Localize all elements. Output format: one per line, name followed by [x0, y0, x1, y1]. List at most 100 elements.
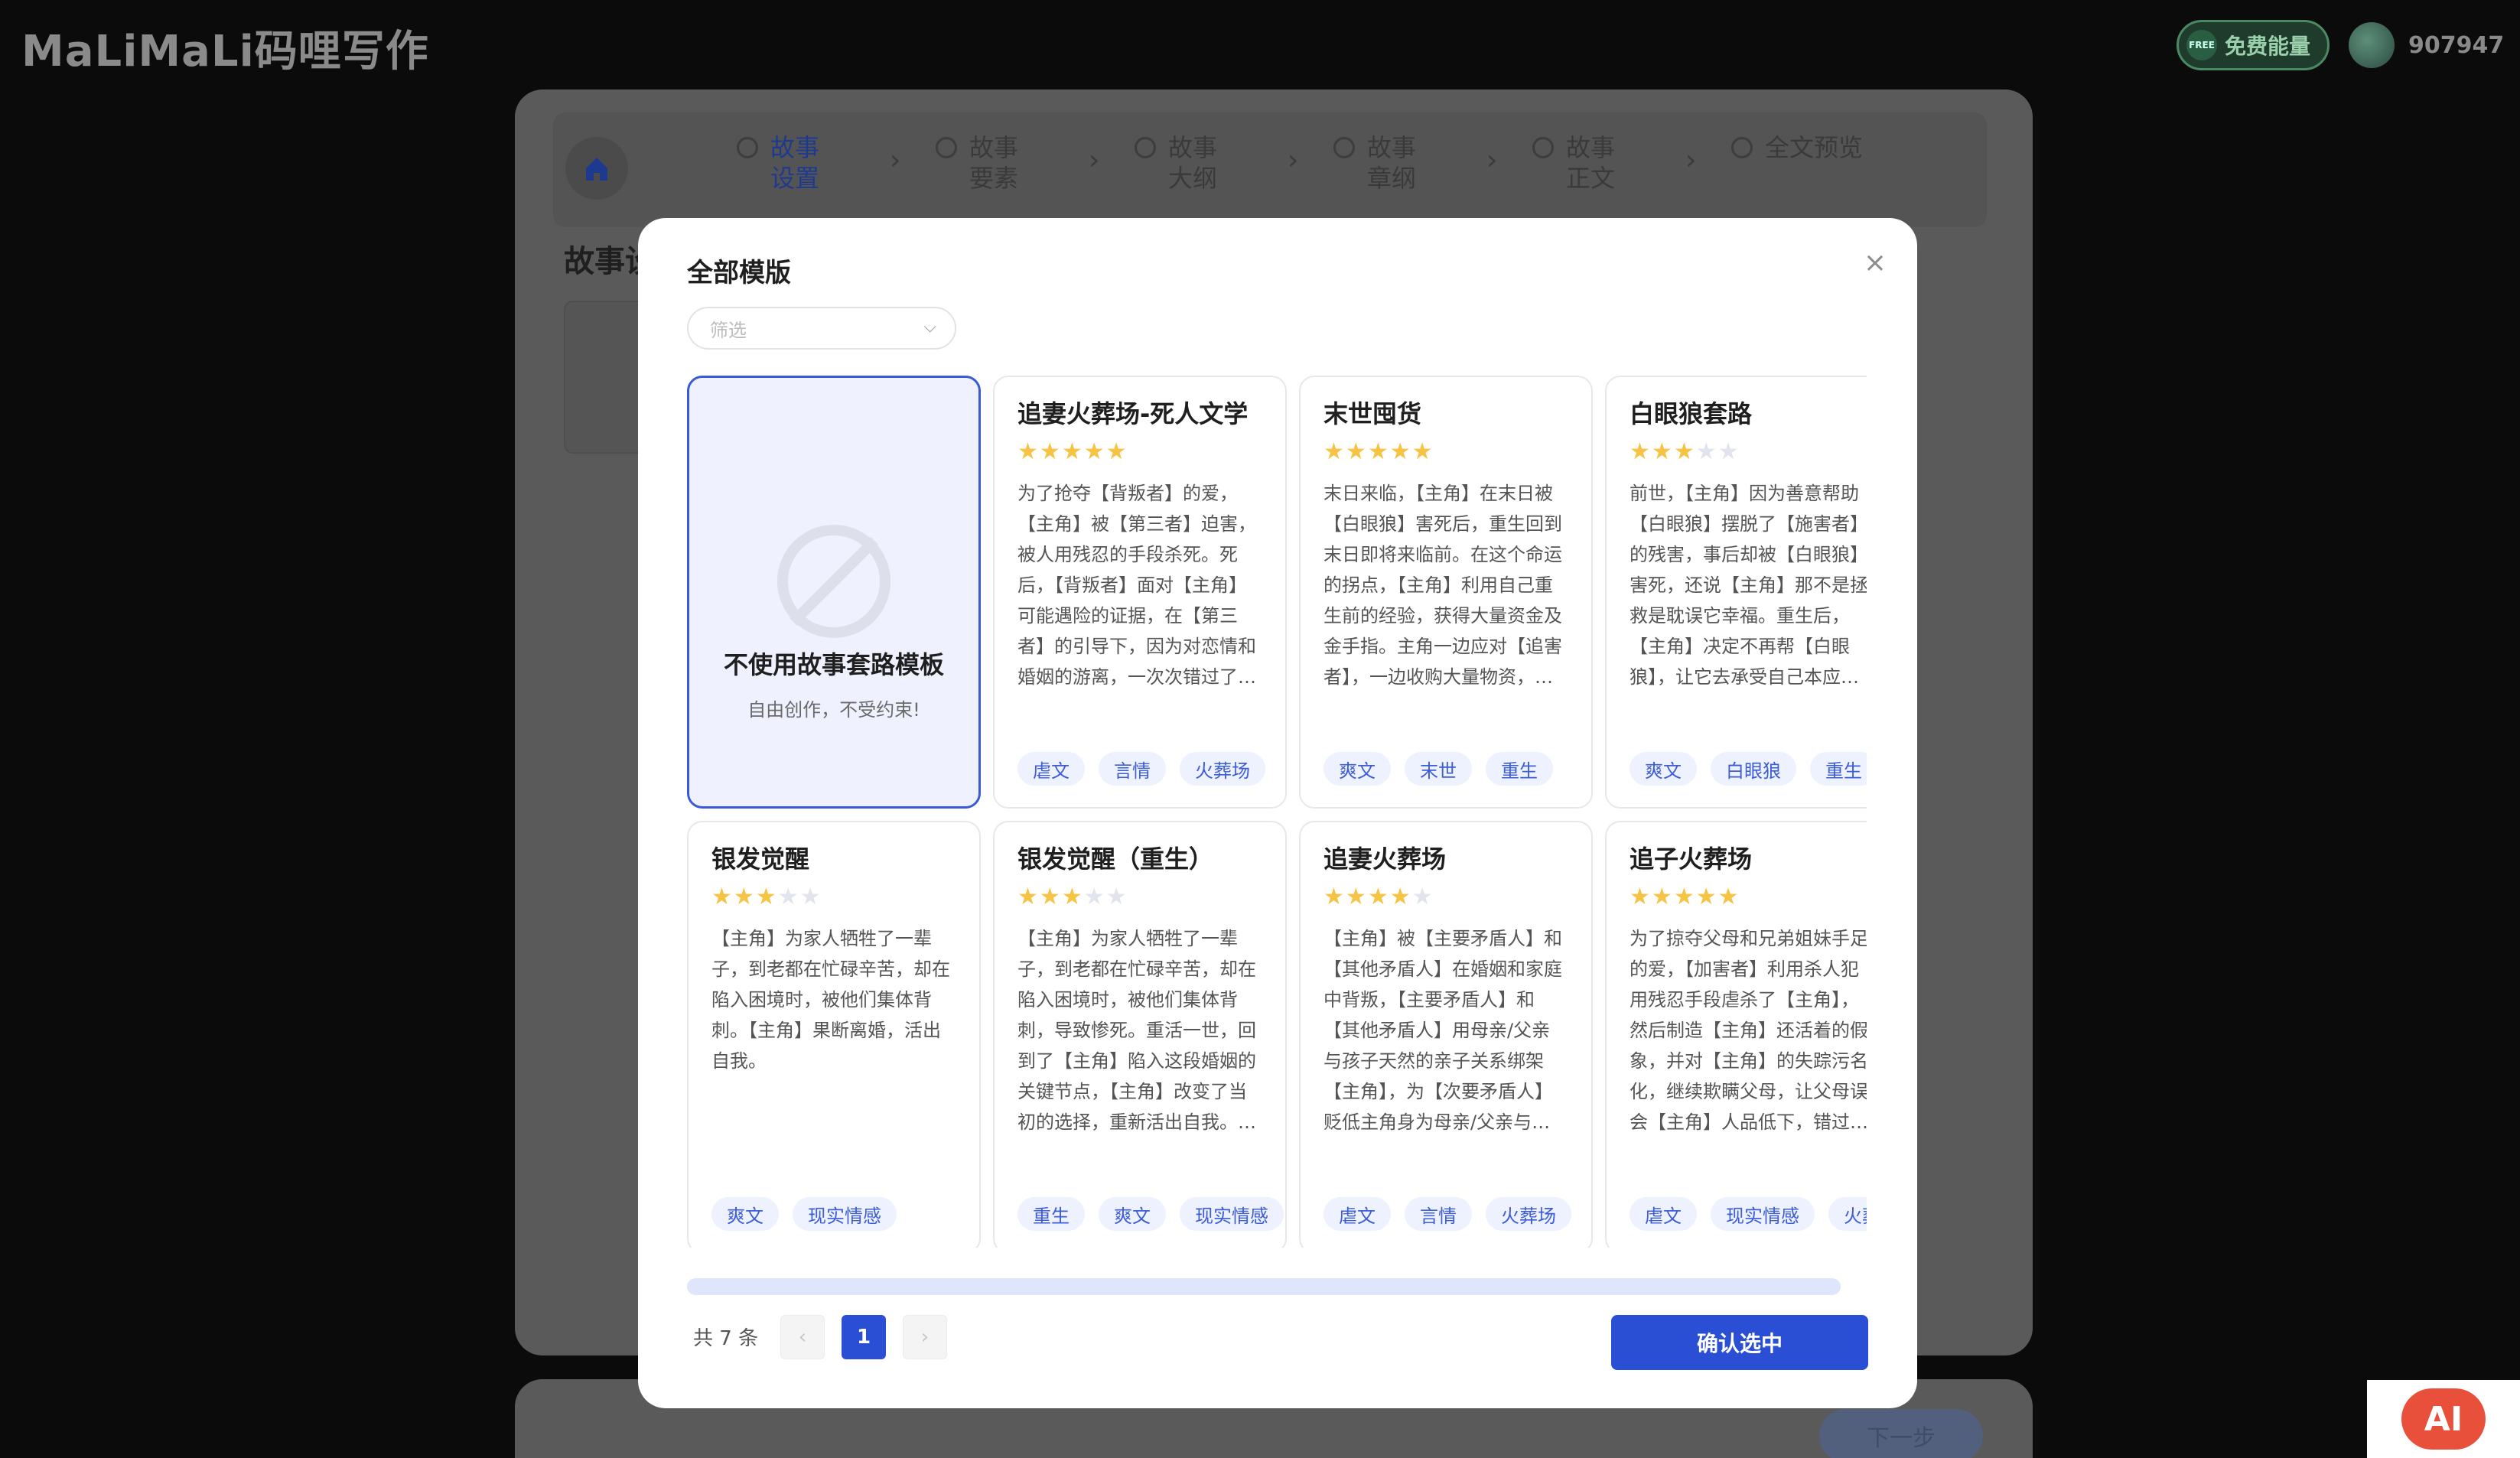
template-modal: 全部模版 × 筛选 ⌵ 不使用故事套路模板 自由创作，不受约束! 追妻火葬场-死…: [638, 218, 1917, 1408]
no-template-card[interactable]: 不使用故事套路模板 自由创作，不受约束!: [687, 376, 981, 809]
star-icon: ★: [1673, 438, 1696, 465]
total-count: 共 7 条: [693, 1327, 759, 1350]
star-icon: ★: [1061, 438, 1084, 465]
star-icon: ★: [1083, 438, 1106, 465]
tag-list: 虐文 言情 火葬场: [1323, 1197, 1571, 1231]
tag: 末世: [1405, 752, 1472, 786]
step-story-body[interactable]: 故事正文: [1532, 132, 1630, 194]
tag: 爽文: [1323, 752, 1391, 786]
step-label: 故事设置: [770, 133, 820, 193]
rating-stars: ★★★★★: [1630, 438, 1867, 466]
tag-list: 爽文 现实情感: [711, 1197, 897, 1231]
template-description: 为了抢夺【背叛者】的爱，【主角】被【第三者】迫害，被人用残忍的手段杀死。死后，【…: [1017, 483, 1256, 688]
chevron-right-icon: ›: [1486, 145, 1498, 176]
template-card[interactable]: 银发觉醒 ★★★★★ 【主角】为家人牺牲了一辈子，到老都在忙碌辛苦，却在陷入困境…: [687, 821, 981, 1248]
star-icon: ★: [1695, 884, 1718, 910]
step-full-preview[interactable]: 全文预览: [1731, 132, 1863, 163]
tag: 现实情感: [1180, 1197, 1284, 1231]
tag: 爽文: [1099, 1197, 1166, 1231]
star-icon: ★: [1323, 884, 1346, 910]
star-icon: ★: [1673, 884, 1696, 910]
ban-icon: [777, 524, 890, 638]
step-story-elements[interactable]: 故事要素: [936, 132, 1034, 194]
rating-stars: ★★★★★: [1017, 884, 1262, 911]
template-card[interactable]: 末世囤货 ★★★★★ 末日来临，【主角】在末日被【白眼狼】害死后，重生回到末日即…: [1299, 376, 1593, 809]
star-icon: ★: [1411, 438, 1434, 465]
prev-page-button[interactable]: ‹: [780, 1315, 825, 1359]
tag: 现实情感: [793, 1197, 897, 1231]
star-icon: ★: [1630, 438, 1652, 465]
tag-list: 虐文 言情 火葬场: [1017, 752, 1265, 786]
rating-stars: ★★★★★: [1323, 438, 1568, 466]
template-card[interactable]: 追妻火葬场-死人文学 ★★★★★ 为了抢夺【背叛者】的爱，【主角】被【第三者】迫…: [993, 376, 1287, 809]
balance-display[interactable]: 907947: [2349, 20, 2520, 70]
template-grid: 不使用故事套路模板 自由创作，不受约束! 追妻火葬场-死人文学 ★★★★★ 为了…: [687, 376, 1867, 1248]
star-icon: ★: [1367, 884, 1390, 910]
next-step-button[interactable]: 下一步: [1819, 1409, 1983, 1458]
watermark-logo: AI: [2367, 1380, 2520, 1458]
tag: 火葬场: [1486, 1197, 1571, 1231]
chevron-right-icon: ›: [1288, 145, 1299, 176]
star-icon: ★: [1039, 438, 1062, 465]
tag-list: 爽文 末世 重生: [1323, 752, 1553, 786]
star-icon: ★: [1389, 884, 1412, 910]
template-title: 银发觉醒: [711, 845, 810, 874]
no-template-subtitle: 自由创作，不受约束!: [747, 698, 920, 721]
next-page-button[interactable]: ›: [903, 1315, 947, 1359]
filter-select[interactable]: 筛选 ⌵: [687, 307, 956, 350]
step-story-settings[interactable]: 故事设置: [737, 132, 835, 194]
star-icon: ★: [1367, 438, 1390, 465]
tag: 言情: [1099, 752, 1166, 786]
template-card[interactable]: 追妻火葬场 ★★★★★ 【主角】被【主要矛盾人】和【其他矛盾人】在婚姻和家庭中背…: [1299, 821, 1593, 1248]
template-description: 【主角】为家人牺牲了一辈子，到老都在忙碌辛苦，却在陷入困境时，被他们集体背刺，导…: [1017, 928, 1256, 1133]
free-energy-button[interactable]: FREE 免费能量: [2177, 20, 2330, 70]
template-title: 银发觉醒（重生）: [1017, 845, 1214, 874]
close-icon[interactable]: ×: [1864, 247, 1887, 278]
step-label: 故事要素: [969, 133, 1019, 193]
star-icon: ★: [1345, 438, 1368, 465]
star-icon: ★: [1039, 884, 1062, 910]
star-icon: ★: [1105, 438, 1128, 465]
star-icon: ★: [711, 884, 734, 910]
step-circle-icon: [1731, 137, 1753, 158]
step-circle-icon: [1135, 137, 1156, 158]
step-label: 故事正文: [1566, 133, 1616, 193]
template-description: 【主角】被【主要矛盾人】和【其他矛盾人】在婚姻和家庭中背叛，【主要矛盾人】和【其…: [1323, 928, 1562, 1133]
star-icon: ★: [1017, 884, 1040, 910]
star-icon: ★: [1630, 884, 1652, 910]
tag: 现实情感: [1711, 1197, 1815, 1231]
template-description: 【主角】为家人牺牲了一辈子，到老都在忙碌辛苦，却在陷入困境时，被他们集体背刺。【…: [711, 928, 950, 1072]
template-card[interactable]: 银发觉醒（重生） ★★★★★ 【主角】为家人牺牲了一辈子，到老都在忙碌辛苦，却在…: [993, 821, 1287, 1248]
chevron-right-icon: ›: [1685, 145, 1697, 176]
step-circle-icon: [1333, 137, 1355, 158]
modal-title: 全部模版: [687, 258, 791, 288]
star-icon: ★: [799, 884, 822, 910]
template-card[interactable]: 白眼狼套路 ★★★★★ 前世，【主角】因为善意帮助【白眼狼】摆脱了【施害者】的残…: [1605, 376, 1867, 809]
tag: 言情: [1405, 1197, 1472, 1231]
confirm-select-button[interactable]: 确认选中: [1611, 1315, 1868, 1370]
template-card[interactable]: 追子火葬场 ★★★★★ 为了掠夺父母和兄弟姐妹手足的爱，【加害者】利用杀人犯用残…: [1605, 821, 1867, 1248]
tag: 火葬场: [1828, 1197, 1867, 1231]
rating-stars: ★★★★★: [1323, 884, 1568, 911]
step-label: 全文预览: [1765, 133, 1864, 162]
step-story-outline[interactable]: 故事大纲: [1135, 132, 1232, 194]
page-1-button[interactable]: 1: [842, 1315, 886, 1359]
step-label: 故事大纲: [1168, 133, 1218, 193]
step-chapter-outline[interactable]: 故事章纲: [1333, 132, 1431, 194]
star-icon: ★: [1651, 438, 1674, 465]
tag-list: 爽文 白眼狼 重生: [1630, 752, 1867, 786]
star-icon: ★: [733, 884, 756, 910]
free-badge-icon: FREE: [2186, 30, 2217, 60]
tag: 虐文: [1017, 752, 1085, 786]
chevron-down-icon: ⌵: [923, 317, 936, 337]
home-button[interactable]: [565, 137, 628, 200]
tag-list: 重生 爽文 现实情感: [1017, 1197, 1284, 1231]
horizontal-scrollbar[interactable]: [687, 1278, 1841, 1295]
template-title: 追妻火葬场-死人文学: [1017, 399, 1249, 428]
step-circle-icon: [737, 137, 758, 158]
step-circle-icon: [1532, 137, 1554, 158]
filter-placeholder: 筛选: [710, 319, 747, 341]
tag: 虐文: [1630, 1197, 1697, 1231]
no-template-title: 不使用故事套路模板: [723, 649, 944, 679]
star-icon: ★: [1105, 884, 1128, 910]
